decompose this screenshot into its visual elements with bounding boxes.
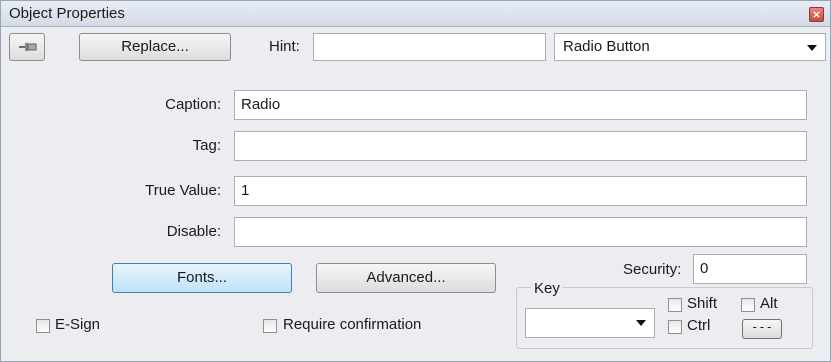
require-confirmation-checkbox[interactable] <box>263 319 277 333</box>
tag-label: Tag: <box>192 137 221 154</box>
true-value-input[interactable]: 1 <box>234 176 807 206</box>
alt-checkbox[interactable] <box>741 298 755 312</box>
fonts-button[interactable]: Fonts... <box>112 263 292 293</box>
title-bar: Object Properties × <box>1 1 830 27</box>
security-input[interactable]: 0 <box>693 254 807 284</box>
replace-button[interactable]: Replace... <box>79 33 231 61</box>
esign-label: E-Sign <box>55 316 101 333</box>
caption-input[interactable]: Radio <box>234 90 807 120</box>
window-title: Object Properties <box>9 5 125 22</box>
chevron-down-icon <box>807 45 817 51</box>
close-icon[interactable]: × <box>809 7 824 22</box>
caption-label: Caption: <box>165 96 221 113</box>
pin-button[interactable] <box>9 33 45 61</box>
chevron-down-icon <box>636 320 646 326</box>
security-label: Security: <box>623 261 682 278</box>
shift-checkbox[interactable] <box>668 298 682 312</box>
key-select[interactable] <box>525 308 655 338</box>
key-group-label: Key <box>531 280 563 297</box>
shift-label: Shift <box>687 295 718 312</box>
hint-label: Hint: <box>269 38 300 55</box>
advanced-button[interactable]: Advanced... <box>316 263 496 293</box>
ctrl-checkbox[interactable] <box>668 320 682 334</box>
ctrl-label: Ctrl <box>687 317 711 334</box>
object-properties-window: Object Properties × Replace... Hint: Rad… <box>0 0 831 362</box>
object-type-select-value: Radio Button <box>563 38 650 55</box>
pin-icon <box>19 43 37 51</box>
true-value-label: True Value: <box>145 182 221 199</box>
object-type-select[interactable]: Radio Button <box>554 33 826 61</box>
hint-input[interactable] <box>313 33 546 61</box>
key-more-button[interactable]: --- <box>742 319 782 339</box>
alt-label: Alt <box>760 295 778 312</box>
disable-input[interactable] <box>234 217 807 247</box>
require-confirmation-label: Require confirmation <box>283 316 422 333</box>
esign-checkbox[interactable] <box>36 319 50 333</box>
tag-input[interactable] <box>234 131 807 161</box>
disable-label: Disable: <box>166 223 221 240</box>
